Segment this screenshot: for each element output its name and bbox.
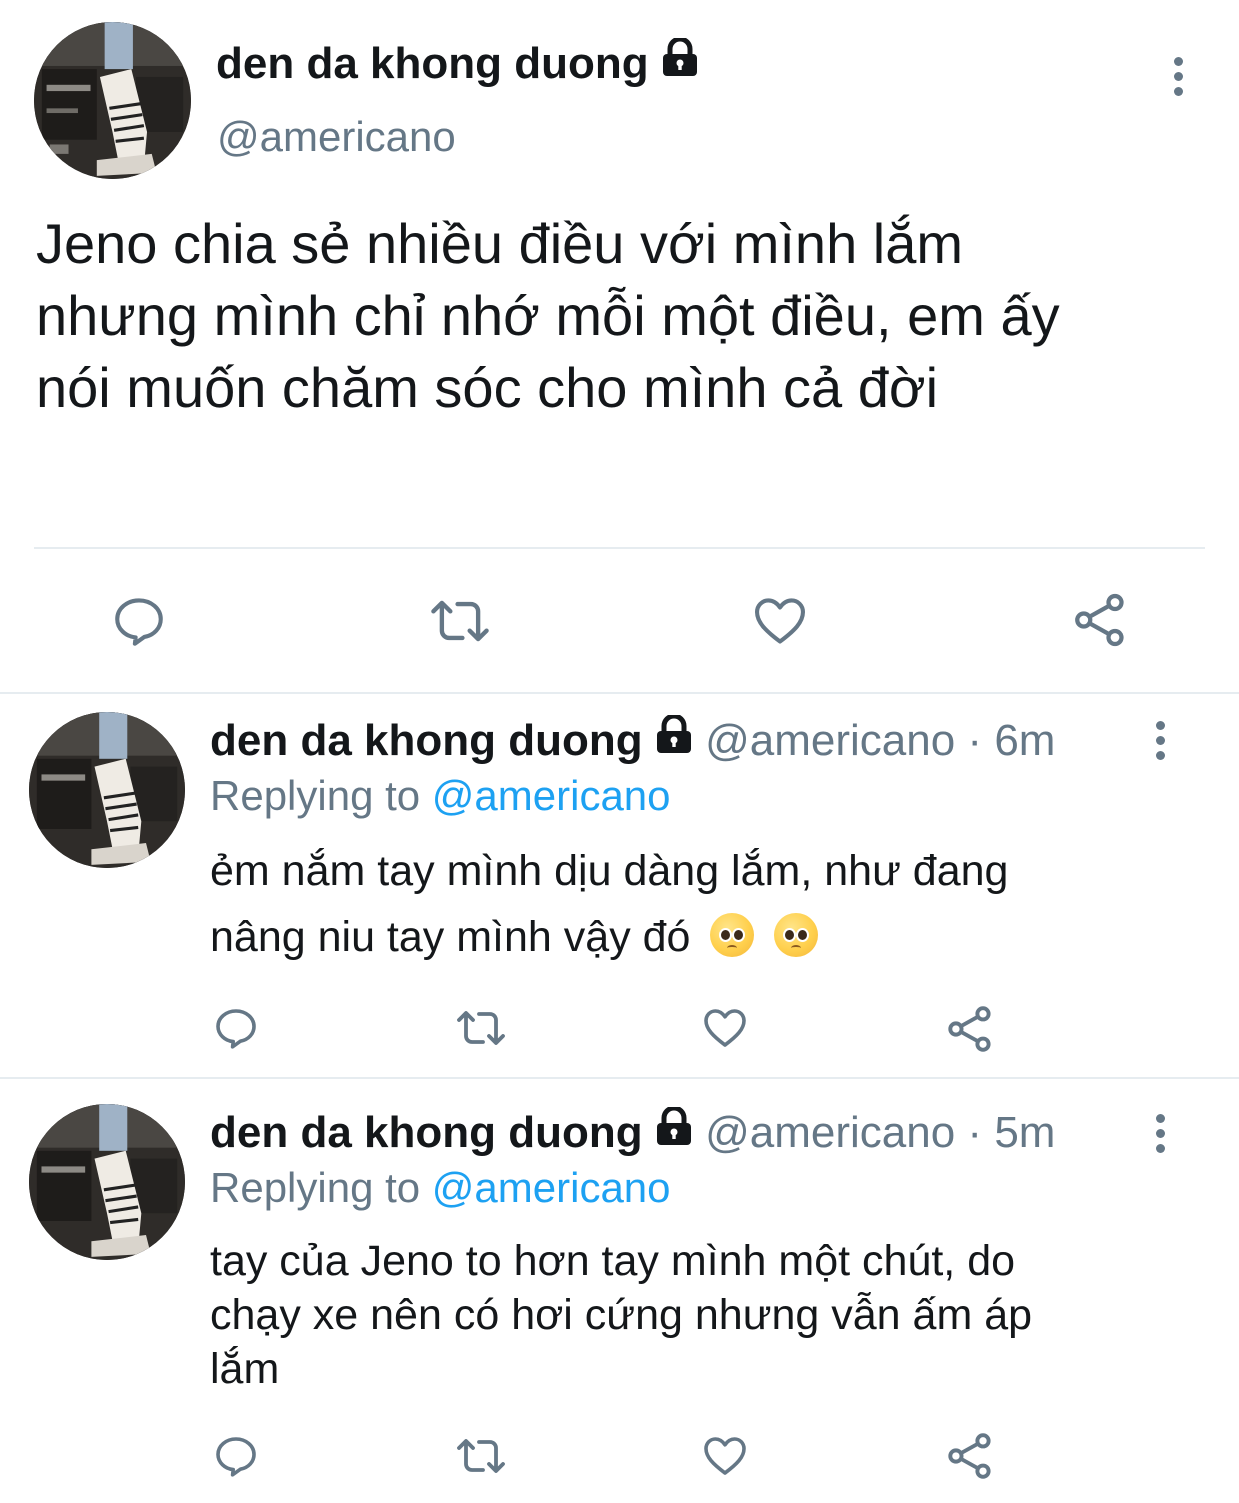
reply-text-line: ẻm nắm tay mình dịu dàng lắm, như đang — [210, 847, 1009, 895]
like-button[interactable] — [700, 1004, 750, 1052]
retweet-button[interactable] — [428, 592, 492, 650]
more-options-icon[interactable] — [1172, 57, 1184, 96]
more-options-icon[interactable] — [1154, 1114, 1166, 1153]
tweet-text: Jeno chia sẻ nhiều điều với mình lắm như… — [36, 208, 1060, 424]
retweet-icon — [431, 600, 489, 642]
replying-prefix: Replying to — [210, 772, 421, 819]
handle[interactable]: @americano — [705, 1108, 955, 1157]
reply-text: ẻm nắm tay mình dịu dàng lắm, như đang n… — [210, 838, 1008, 970]
lock-icon — [656, 1107, 691, 1145]
handle[interactable]: @americano — [705, 716, 955, 765]
replying-to-link[interactable]: @americano — [432, 772, 671, 819]
share-icon — [948, 1006, 991, 1052]
share-button[interactable] — [944, 1003, 996, 1055]
pleading-face-icon — [774, 913, 819, 957]
share-icon — [1075, 593, 1124, 647]
avatar[interactable] — [29, 712, 185, 868]
like-icon — [704, 1009, 746, 1047]
tweet-text-line: nói muốn chăm sóc cho mình cả đời — [36, 356, 939, 419]
share-button[interactable] — [1070, 590, 1130, 650]
retweet-button[interactable] — [454, 1432, 508, 1480]
like-button[interactable] — [700, 1432, 750, 1480]
separator: · — [967, 716, 983, 765]
reply-button[interactable] — [212, 1004, 260, 1052]
replying-prefix: Replying to — [210, 1164, 421, 1211]
display-name[interactable]: den da khong duong — [216, 38, 699, 90]
reply-text-line: chạy xe nên có hơi cứng nhưng vẫn ấm áp — [210, 1291, 1033, 1339]
tweet-text-line: nhưng mình chỉ nhớ mỗi một điều, em ấy — [36, 284, 1060, 347]
share-icon — [948, 1433, 991, 1479]
display-name[interactable]: den da khong duong — [210, 716, 643, 765]
divider — [34, 547, 1205, 549]
like-button[interactable] — [750, 592, 810, 650]
reply-text-line: lắm — [210, 1345, 280, 1393]
lock-icon — [662, 38, 697, 76]
retweet-button[interactable] — [454, 1004, 508, 1052]
divider — [0, 1077, 1239, 1079]
reply-icon — [115, 598, 163, 646]
reply-header: den da khong duong @americano · 6m — [210, 714, 1055, 768]
replying-to-link[interactable]: @americano — [432, 1164, 671, 1211]
reply-button[interactable] — [110, 592, 168, 650]
avatar[interactable] — [29, 1104, 185, 1260]
handle[interactable]: @americano — [217, 112, 456, 162]
reply-icon — [216, 1009, 256, 1049]
display-name-text: den da khong duong — [216, 39, 649, 88]
retweet-icon — [457, 1439, 505, 1473]
reply-icon — [216, 1437, 256, 1477]
reply-header: den da khong duong @americano · 5m — [210, 1106, 1055, 1160]
replying-to: Replying to @americano — [210, 770, 671, 822]
lock-icon — [656, 715, 691, 753]
pleading-face-icon — [710, 913, 755, 957]
timestamp[interactable]: 6m — [994, 716, 1055, 765]
replying-to: Replying to @americano — [210, 1162, 671, 1214]
retweet-icon — [457, 1011, 505, 1045]
divider — [0, 692, 1239, 694]
reply-text-line: nâng niu tay mình vậy đó — [210, 913, 691, 961]
tweet-text-line: Jeno chia sẻ nhiều điều với mình lắm — [36, 212, 964, 275]
timestamp[interactable]: 5m — [994, 1108, 1055, 1157]
like-icon — [704, 1437, 746, 1475]
reply-text: tay của Jeno to hơn tay mình một chút, d… — [210, 1234, 1032, 1396]
reply-button[interactable] — [212, 1432, 260, 1480]
separator: · — [967, 1108, 983, 1157]
more-options-icon[interactable] — [1154, 721, 1166, 760]
reply-text-line: tay của Jeno to hơn tay mình một chút, d… — [210, 1237, 1016, 1285]
share-button[interactable] — [944, 1430, 996, 1482]
display-name[interactable]: den da khong duong — [210, 1108, 643, 1157]
avatar[interactable] — [34, 22, 191, 179]
like-icon — [754, 598, 806, 644]
